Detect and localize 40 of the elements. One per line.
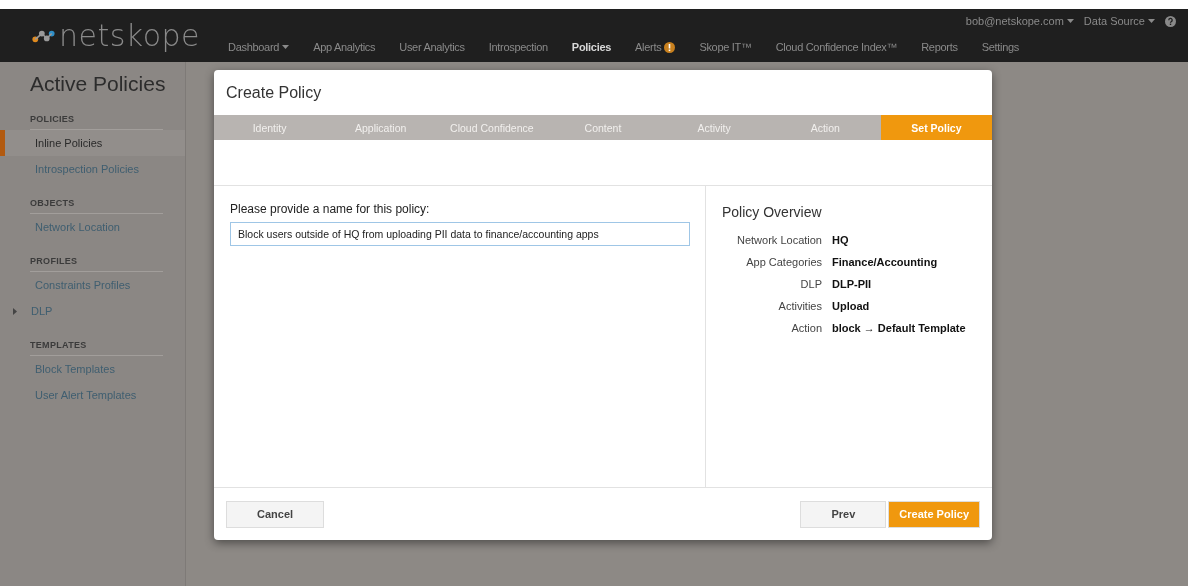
caret-icon [282,45,290,49]
alert-icon [664,41,676,53]
data-source-menu[interactable]: Data Source [1083,15,1155,27]
caret-icon [1066,19,1074,23]
section-heading: OBJECTS [30,192,163,214]
nav-item[interactable]: Cloud Confidence Index™ [763,41,910,53]
nav-item[interactable]: Reports [909,41,970,53]
nav-item[interactable]: Settings [969,41,1031,53]
nav-item[interactable]: Skope IT™ [687,41,764,53]
nav-item[interactable]: App Analytics [301,41,388,53]
nav-item[interactable]: User Analytics [387,41,477,53]
nav-item[interactable]: Policies [559,41,624,53]
overview-title: Policy Overview [722,204,823,220]
overview-label: Activities [777,300,822,312]
policy-name-field[interactable]: Block users outside of HQ from uploading PII data to finance/accounting apps [230,222,690,246]
user-menu[interactable]: bob@netskope.com [965,15,1074,27]
nav-item[interactable]: Dashboard [216,41,302,53]
overview-label: Action [790,322,822,334]
prev-button[interactable]: Prev [800,500,887,528]
dialog-title: Create Policy [225,82,323,103]
overview-label: DLP [799,278,822,290]
overview-value: DLP-PII [832,278,873,290]
sidebar-item[interactable]: Inline Policies [0,130,185,156]
overview-value: block → Default Template [832,322,967,334]
help-icon[interactable] [1165,15,1176,27]
field-label: Please provide a name for this policy: [230,202,431,216]
section-heading: TEMPLATES [30,334,163,356]
overview-value: HQ [832,234,850,246]
nav-item[interactable]: Introspection [476,41,560,53]
cancel-button[interactable]: Cancel [226,500,325,528]
overview-label: Network Location [736,234,822,246]
overview-label: App Categories [745,256,822,268]
caret-icon [1148,19,1155,23]
logo-text: netskope [58,18,200,53]
overview-value: Upload [832,300,871,312]
nav-item[interactable]: Alerts [623,41,688,53]
section-heading: PROFILES [30,250,163,272]
sidebar-title: Active Policies [29,72,167,96]
expand-icon [13,307,17,315]
overview-value: Finance/Accounting [832,256,939,268]
